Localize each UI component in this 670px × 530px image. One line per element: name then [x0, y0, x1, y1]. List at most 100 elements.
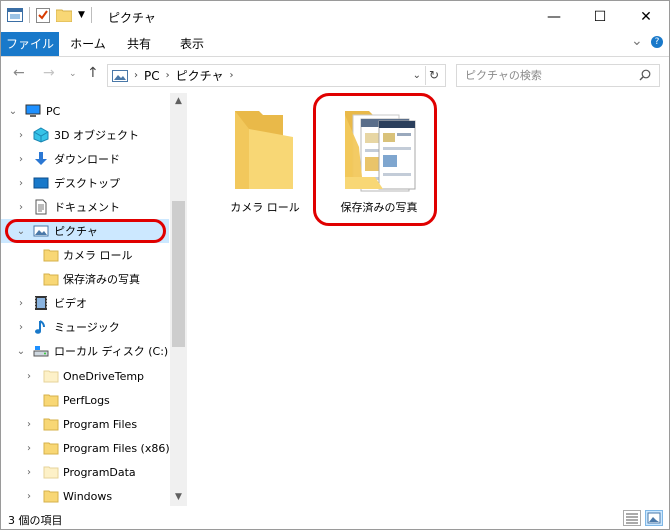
breadcrumb-pictures[interactable]: ピクチャ	[176, 67, 224, 84]
collapse-chevron-icon[interactable]: ⌄	[7, 106, 19, 117]
tree-item-local-disk[interactable]: ⌄ ローカル ディスク (C:)	[1, 339, 169, 363]
tree-item-windows[interactable]: › Windows	[1, 484, 169, 506]
expand-chevron-icon[interactable]: ›	[23, 467, 35, 478]
recent-locations-icon[interactable]: ⌄	[69, 69, 77, 79]
explorer-window: ▼ ピクチャ — ☐ ✕ ファイル ホーム 共有 表示 ⌄ ? ← → ⌄ ↑ …	[0, 0, 670, 530]
address-bar[interactable]: › PC › ピクチャ › ⌄ ↻	[107, 64, 446, 87]
tab-home[interactable]: ホーム	[63, 32, 113, 56]
tab-share[interactable]: 共有	[117, 32, 161, 56]
properties-icon[interactable]	[36, 7, 50, 23]
breadcrumb-separator[interactable]: ›	[166, 70, 170, 81]
download-icon	[35, 152, 47, 165]
tab-view[interactable]: 表示	[169, 32, 215, 56]
folder-item-camera-roll[interactable]: カメラ ロール	[213, 107, 317, 217]
expand-chevron-icon[interactable]: ›	[15, 130, 27, 141]
tree-label: ダウンロード	[54, 153, 120, 166]
nav-scrollbar[interactable]: ▲ ▼	[170, 93, 187, 506]
pictures-location-icon	[112, 69, 128, 82]
tree-label: ビデオ	[54, 297, 87, 310]
qat-separator-2	[90, 7, 92, 23]
tab-file[interactable]: ファイル	[1, 32, 59, 56]
music-icon	[35, 320, 45, 334]
folder-icon	[43, 466, 59, 479]
video-icon	[35, 296, 47, 310]
tree-label: デスクトップ	[54, 177, 120, 190]
status-bar: 3 個の項目	[1, 508, 669, 529]
expand-chevron-icon[interactable]: ›	[15, 202, 27, 213]
tree-item-camera-roll[interactable]: カメラ ロール	[1, 243, 169, 267]
folder-with-pictures-icon	[345, 111, 416, 192]
close-button[interactable]: ✕	[623, 1, 669, 32]
expand-chevron-icon[interactable]: ›	[15, 154, 27, 165]
tree-item-pc[interactable]: ⌄ PC	[1, 99, 169, 123]
folder-icon	[235, 111, 293, 189]
forward-button[interactable]: →	[43, 65, 55, 81]
drive-icon	[33, 346, 49, 357]
tree-label: ローカル ディスク (C:)	[54, 345, 169, 358]
ribbon-expand-icon[interactable]: ⌄	[631, 33, 643, 49]
tree-label: PerfLogs	[63, 393, 110, 407]
tree-item-program-files[interactable]: › Program Files	[1, 412, 169, 436]
qat-separator	[29, 7, 30, 23]
tree-label: カメラ ロール	[63, 249, 133, 262]
pictures-icon	[33, 225, 49, 237]
tree-label: PC	[46, 104, 61, 118]
window-title: ピクチャ	[108, 11, 156, 25]
expand-chevron-icon[interactable]: ›	[23, 371, 35, 382]
document-icon	[35, 199, 47, 215]
search-input[interactable]	[463, 68, 637, 83]
expand-chevron-icon[interactable]: ›	[15, 178, 27, 189]
breadcrumb-separator[interactable]: ›	[134, 70, 138, 81]
folder-icon	[43, 442, 59, 455]
expand-chevron-icon[interactable]: ›	[23, 419, 35, 430]
scroll-up-icon[interactable]: ▲	[170, 93, 187, 110]
tree-label: ミュージック	[54, 321, 120, 334]
tree-item-perflogs[interactable]: PerfLogs	[1, 388, 169, 412]
maximize-button[interactable]: ☐	[577, 1, 623, 32]
expand-chevron-icon[interactable]: ›	[23, 491, 35, 502]
breadcrumb-pc[interactable]: PC	[144, 69, 160, 83]
new-folder-icon[interactable]	[56, 8, 72, 22]
folder-icon	[43, 490, 59, 503]
expand-chevron-icon[interactable]: ›	[15, 322, 27, 333]
tree-label: OneDriveTemp	[63, 369, 145, 383]
details-view-icon[interactable]	[623, 510, 641, 526]
refresh-icon[interactable]: ↻	[425, 66, 442, 85]
tree-item-pictures[interactable]: ⌄ ピクチャ	[1, 219, 169, 243]
tree-item-videos[interactable]: › ビデオ	[1, 291, 169, 315]
tree-label: ピクチャ	[54, 225, 98, 238]
breadcrumb-separator[interactable]: ›	[230, 70, 234, 81]
tree-item-programdata[interactable]: › ProgramData	[1, 460, 169, 484]
folder-icon	[43, 418, 59, 431]
back-button[interactable]: ←	[13, 65, 25, 81]
large-icons-view-icon[interactable]	[645, 510, 663, 526]
folder-icon	[43, 249, 59, 262]
help-icon[interactable]: ?	[651, 36, 663, 48]
expand-chevron-icon[interactable]: ›	[15, 298, 27, 309]
collapse-chevron-icon[interactable]: ⌄	[15, 346, 27, 357]
tree-item-music[interactable]: › ミュージック	[1, 315, 169, 339]
folder-item-saved-pictures[interactable]: 保存済みの写真	[327, 107, 431, 217]
tree-item-documents[interactable]: › ドキュメント	[1, 195, 169, 219]
tree-item-saved-pictures[interactable]: 保存済みの写真	[1, 267, 169, 291]
scroll-thumb[interactable]	[172, 201, 185, 347]
address-dropdown-icon[interactable]: ⌄	[413, 70, 421, 81]
ribbon-tabs: ファイル ホーム 共有 表示 ⌄ ?	[1, 32, 669, 57]
qat-customize-icon[interactable]: ▼	[78, 10, 85, 20]
desktop-icon	[33, 177, 49, 189]
search-icon[interactable]	[639, 69, 651, 81]
folder-icon	[43, 394, 59, 407]
collapse-chevron-icon[interactable]: ⌄	[15, 226, 27, 237]
tree-item-desktop[interactable]: › デスクトップ	[1, 171, 169, 195]
up-button[interactable]: ↑	[87, 65, 99, 81]
explorer-window-icon[interactable]	[7, 8, 23, 22]
item-count: 3 個の項目	[8, 514, 63, 527]
minimize-button[interactable]: —	[531, 1, 577, 32]
tree-item-program-files-x86[interactable]: › Program Files (x86)	[1, 436, 170, 460]
tree-item-onedrivetemp[interactable]: › OneDriveTemp	[1, 364, 169, 388]
tree-item-downloads[interactable]: › ダウンロード	[1, 147, 169, 171]
tree-item-3d-objects[interactable]: › 3D オブジェクト	[1, 123, 169, 147]
computer-icon	[25, 104, 41, 117]
expand-chevron-icon[interactable]: ›	[23, 443, 35, 454]
scroll-down-icon[interactable]: ▼	[170, 489, 187, 506]
